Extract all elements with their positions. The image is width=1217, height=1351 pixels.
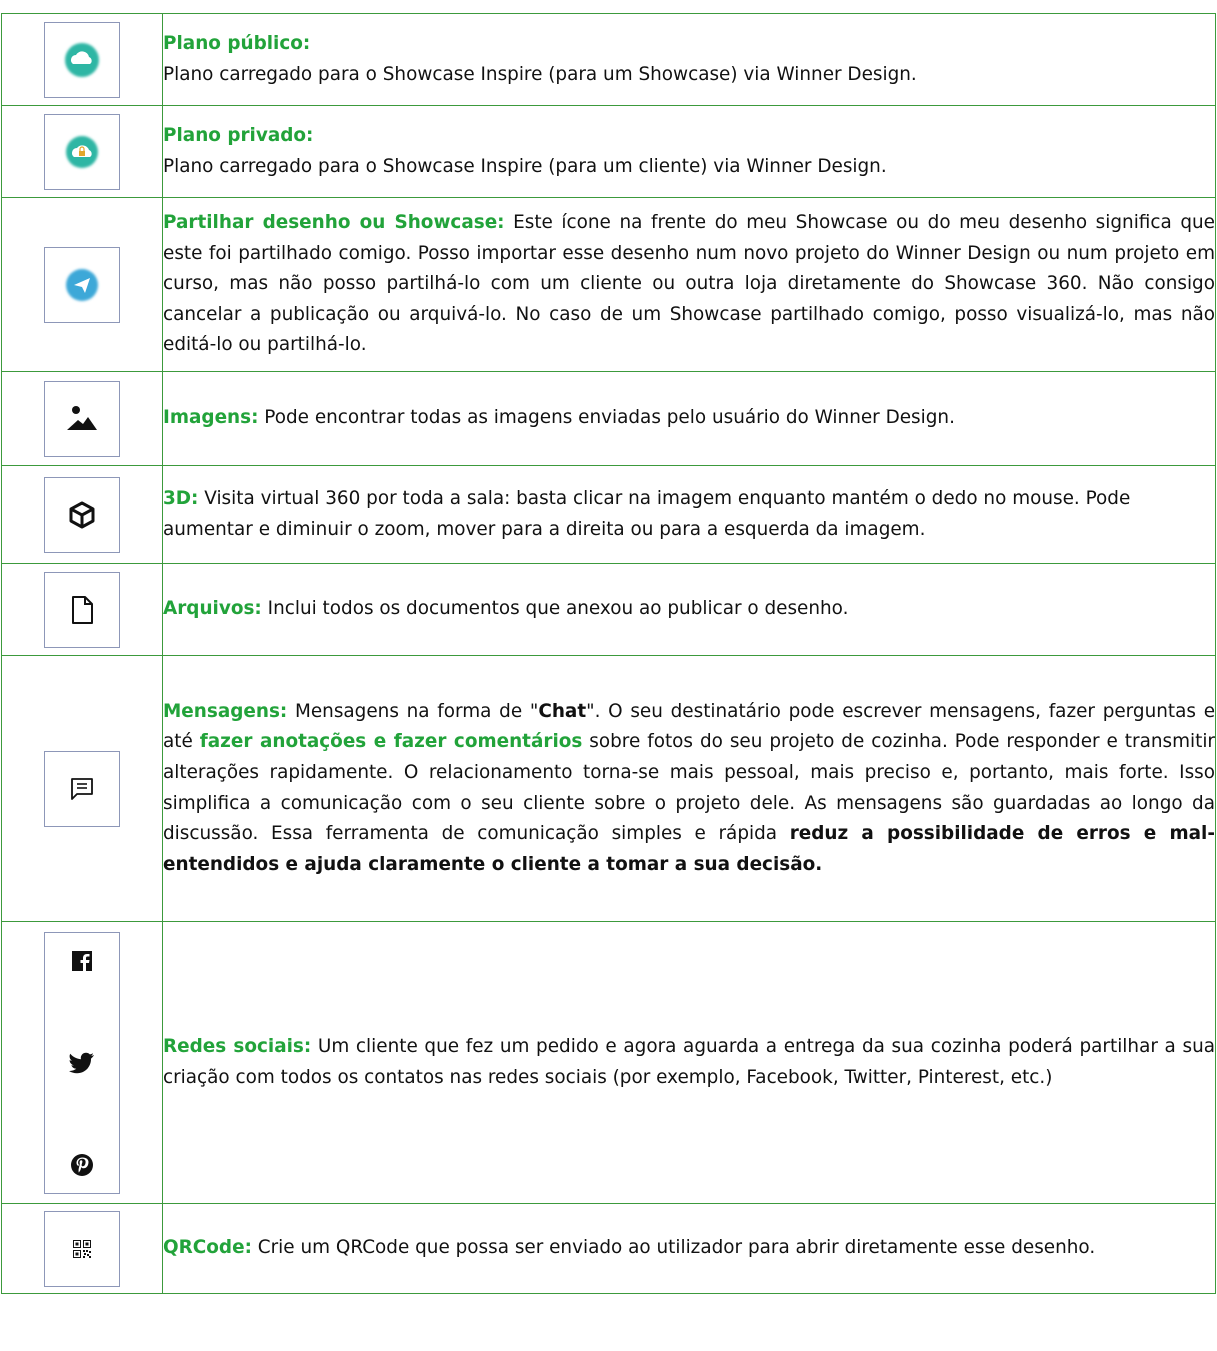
row-text: Um cliente que fez um pedido e agora agu… [163,1035,1215,1088]
messages-icon-box [44,750,120,827]
row-title: Redes sociais: [163,1035,312,1057]
file-icon [72,595,93,624]
public-plan-icon-box [44,21,120,98]
table-row: 3D: Visita virtual 360 por toda a sala: … [1,465,1216,564]
row-text: Este ícone na frente do meu Showcase ou … [163,212,1215,356]
share-paper-plane-icon [66,268,98,301]
highlight-text: fazer anotações e fazer comentários [199,731,583,753]
cloud-icon [65,42,99,77]
row-text: Inclui todos os documentos que anexou ao… [261,598,849,620]
row-text: Crie um QRCode que possa ser enviado ao … [251,1237,1096,1259]
table-row: Redes sociais: Um cliente que fez um ped… [1,921,1216,1204]
3d-icon-box [44,476,120,553]
row-title: Partilhar desenho ou Showcase: [163,212,505,234]
images-icon-box [44,380,120,457]
row-text: Plano carregado para o Showcase Inspire … [163,63,917,85]
row-title: Arquivos: [163,598,262,620]
table-row: QRCode: Crie um QRCode que possa ser env… [1,1203,1216,1294]
table-row: Mensagens: Mensagens na forma de "Chat".… [1,655,1216,922]
table-row: Partilhar desenho ou Showcase: Este ícon… [1,197,1216,372]
share-icon-box [44,246,120,323]
table-row: Plano privado: Plano carregado para o Sh… [1,105,1216,198]
row-text: Mensagens na forma de " [287,700,539,722]
private-plan-icon-box [44,113,120,190]
chat-keyword: Chat [538,700,587,722]
row-text: Plano carregado para o Showcase Inspire … [163,155,887,177]
table-row: Plano público: Plano carregado para o Sh… [1,13,1216,106]
row-title: Plano privado: [163,124,314,146]
row-title: Imagens: [163,407,259,429]
row-title: QRCode: [163,1237,252,1259]
table-row: Arquivos: Inclui todos os documentos que… [1,563,1216,656]
row-text: Visita virtual 360 por toda a sala: bast… [163,487,1131,540]
qrcode-icon-box [44,1210,120,1287]
icon-legend-table: Plano público: Plano carregado para o Sh… [1,13,1216,1294]
pinterest-icon [71,1153,93,1176]
cube-3d-icon [69,501,95,528]
image-icon [67,405,97,430]
row-text: Pode encontrar todas as imagens enviadas… [258,407,955,429]
twitter-icon [69,1052,94,1073]
row-title: Mensagens: [163,700,288,722]
row-title: 3D: [163,487,199,509]
social-icons-box [44,931,120,1194]
table-row: Imagens: Pode encontrar todas as imagens… [1,371,1216,466]
private-cloud-lock-icon [66,135,98,168]
facebook-icon [72,950,92,971]
message-icon [71,777,93,800]
files-icon-box [44,571,120,648]
row-title: Plano público: [163,32,311,54]
qrcode-icon [73,1239,91,1258]
